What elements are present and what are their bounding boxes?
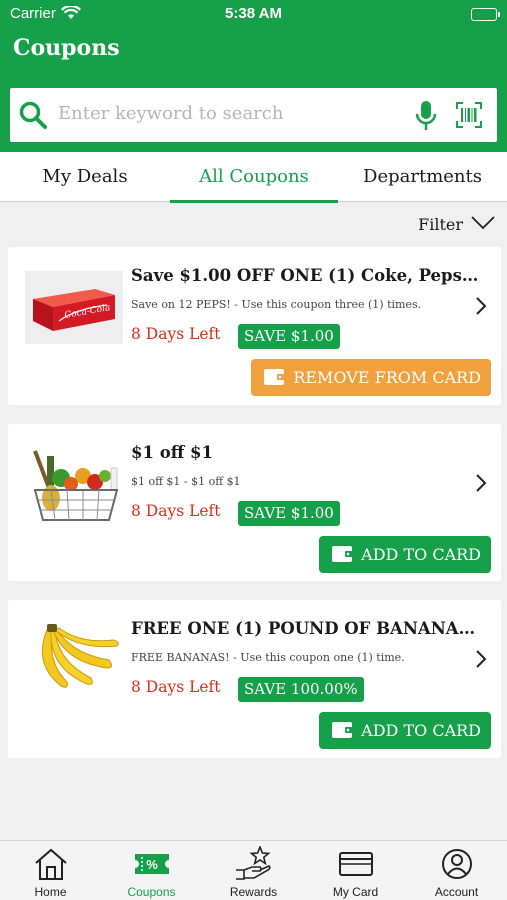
app-header: Coupons Enter keyword to search bbox=[0, 30, 507, 152]
barcode-scan-icon[interactable] bbox=[456, 102, 482, 132]
days-left: 8 Days Left bbox=[131, 678, 221, 696]
coupon-tabs: My Deals All Coupons Departments bbox=[0, 152, 507, 203]
remove-from-card-button[interactable]: REMOVE FROM CARD bbox=[251, 359, 491, 396]
tab-label: Coupons bbox=[127, 885, 176, 899]
microphone-icon[interactable] bbox=[415, 100, 437, 136]
tab-my-deals[interactable]: My Deals bbox=[0, 152, 170, 202]
add-to-card-button[interactable]: ADD TO CARD bbox=[319, 536, 491, 573]
coupon-description: FREE BANANAS! - Use this coupon one (1) … bbox=[131, 651, 405, 664]
save-badge: SAVE $1.00 bbox=[238, 324, 340, 349]
status-bar: Carrier 5:38 AM bbox=[0, 0, 507, 30]
coupon-title: FREE ONE (1) POUND OF BANANAS (US... bbox=[131, 619, 481, 638]
chevron-down-icon bbox=[471, 215, 495, 234]
save-badge: SAVE $1.00 bbox=[238, 501, 340, 526]
coupon-card[interactable]: $1 off $1 $1 off $1 - $1 off $1 8 Days L… bbox=[8, 424, 501, 581]
coupon-ticket-icon: % bbox=[101, 846, 202, 882]
save-badge: SAVE 100.00% bbox=[238, 677, 364, 702]
coupon-title: Save $1.00 OFF ONE (1) Coke, Pepsi, or 7… bbox=[131, 266, 481, 285]
coupon-description: Save on 12 PEPS! - Use this coupon three… bbox=[131, 298, 422, 311]
tab-label: Home bbox=[34, 885, 67, 899]
account-icon bbox=[406, 846, 507, 882]
wallet-icon bbox=[331, 719, 354, 743]
action-label: REMOVE FROM CARD bbox=[293, 368, 481, 387]
page-title: Coupons bbox=[13, 35, 120, 61]
tab-home[interactable]: Home bbox=[0, 841, 101, 900]
tab-my-card[interactable]: My Card bbox=[305, 841, 406, 900]
coupon-description: $1 off $1 - $1 off $1 bbox=[131, 475, 241, 488]
tab-rewards[interactable]: Rewards bbox=[202, 841, 305, 900]
battery-icon bbox=[471, 8, 500, 21]
search-icon[interactable] bbox=[18, 100, 48, 134]
tab-departments[interactable]: Departments bbox=[338, 152, 507, 202]
add-to-card-button[interactable]: ADD TO CARD bbox=[319, 712, 491, 749]
tab-label: Rewards bbox=[229, 885, 278, 899]
wallet-icon bbox=[263, 366, 286, 390]
action-label: ADD TO CARD bbox=[361, 721, 481, 740]
svg-text:%: % bbox=[146, 857, 158, 872]
tab-all-coupons[interactable]: All Coupons bbox=[170, 152, 338, 203]
card-icon bbox=[305, 846, 406, 882]
coupon-image-bananas bbox=[25, 624, 123, 697]
action-label: ADD TO CARD bbox=[361, 545, 481, 564]
rewards-hand-star-icon bbox=[202, 846, 305, 882]
days-left: 8 Days Left bbox=[131, 325, 221, 343]
coupon-card[interactable]: FREE ONE (1) POUND OF BANANAS (US... FRE… bbox=[8, 600, 501, 758]
search-input[interactable]: Enter keyword to search bbox=[58, 103, 283, 124]
chevron-right-icon[interactable] bbox=[475, 473, 487, 497]
tab-label: My Card bbox=[332, 885, 379, 899]
filter-label: Filter bbox=[418, 214, 463, 234]
coupon-image-grocery-basket bbox=[25, 448, 123, 521]
days-left: 8 Days Left bbox=[131, 502, 221, 520]
search-bar[interactable]: Enter keyword to search bbox=[10, 88, 497, 142]
coupon-card[interactable]: Coca-Cola Save $1.00 OFF ONE (1) Coke, P… bbox=[8, 247, 501, 405]
status-time: 5:38 AM bbox=[225, 5, 282, 22]
chevron-right-icon[interactable] bbox=[475, 296, 487, 320]
wallet-icon bbox=[331, 543, 354, 567]
tab-account[interactable]: Account bbox=[406, 841, 507, 900]
filter-button[interactable]: Filter bbox=[418, 212, 495, 236]
coupon-image-coca-cola: Coca-Cola bbox=[25, 271, 123, 344]
tab-label: Account bbox=[434, 885, 479, 899]
home-icon bbox=[0, 846, 101, 882]
coupon-title: $1 off $1 bbox=[131, 443, 213, 462]
chevron-right-icon[interactable] bbox=[475, 649, 487, 673]
bottom-tab-bar: Home % Coupons Rewards My Card Account bbox=[0, 840, 507, 900]
tab-coupons[interactable]: % Coupons bbox=[101, 841, 202, 900]
